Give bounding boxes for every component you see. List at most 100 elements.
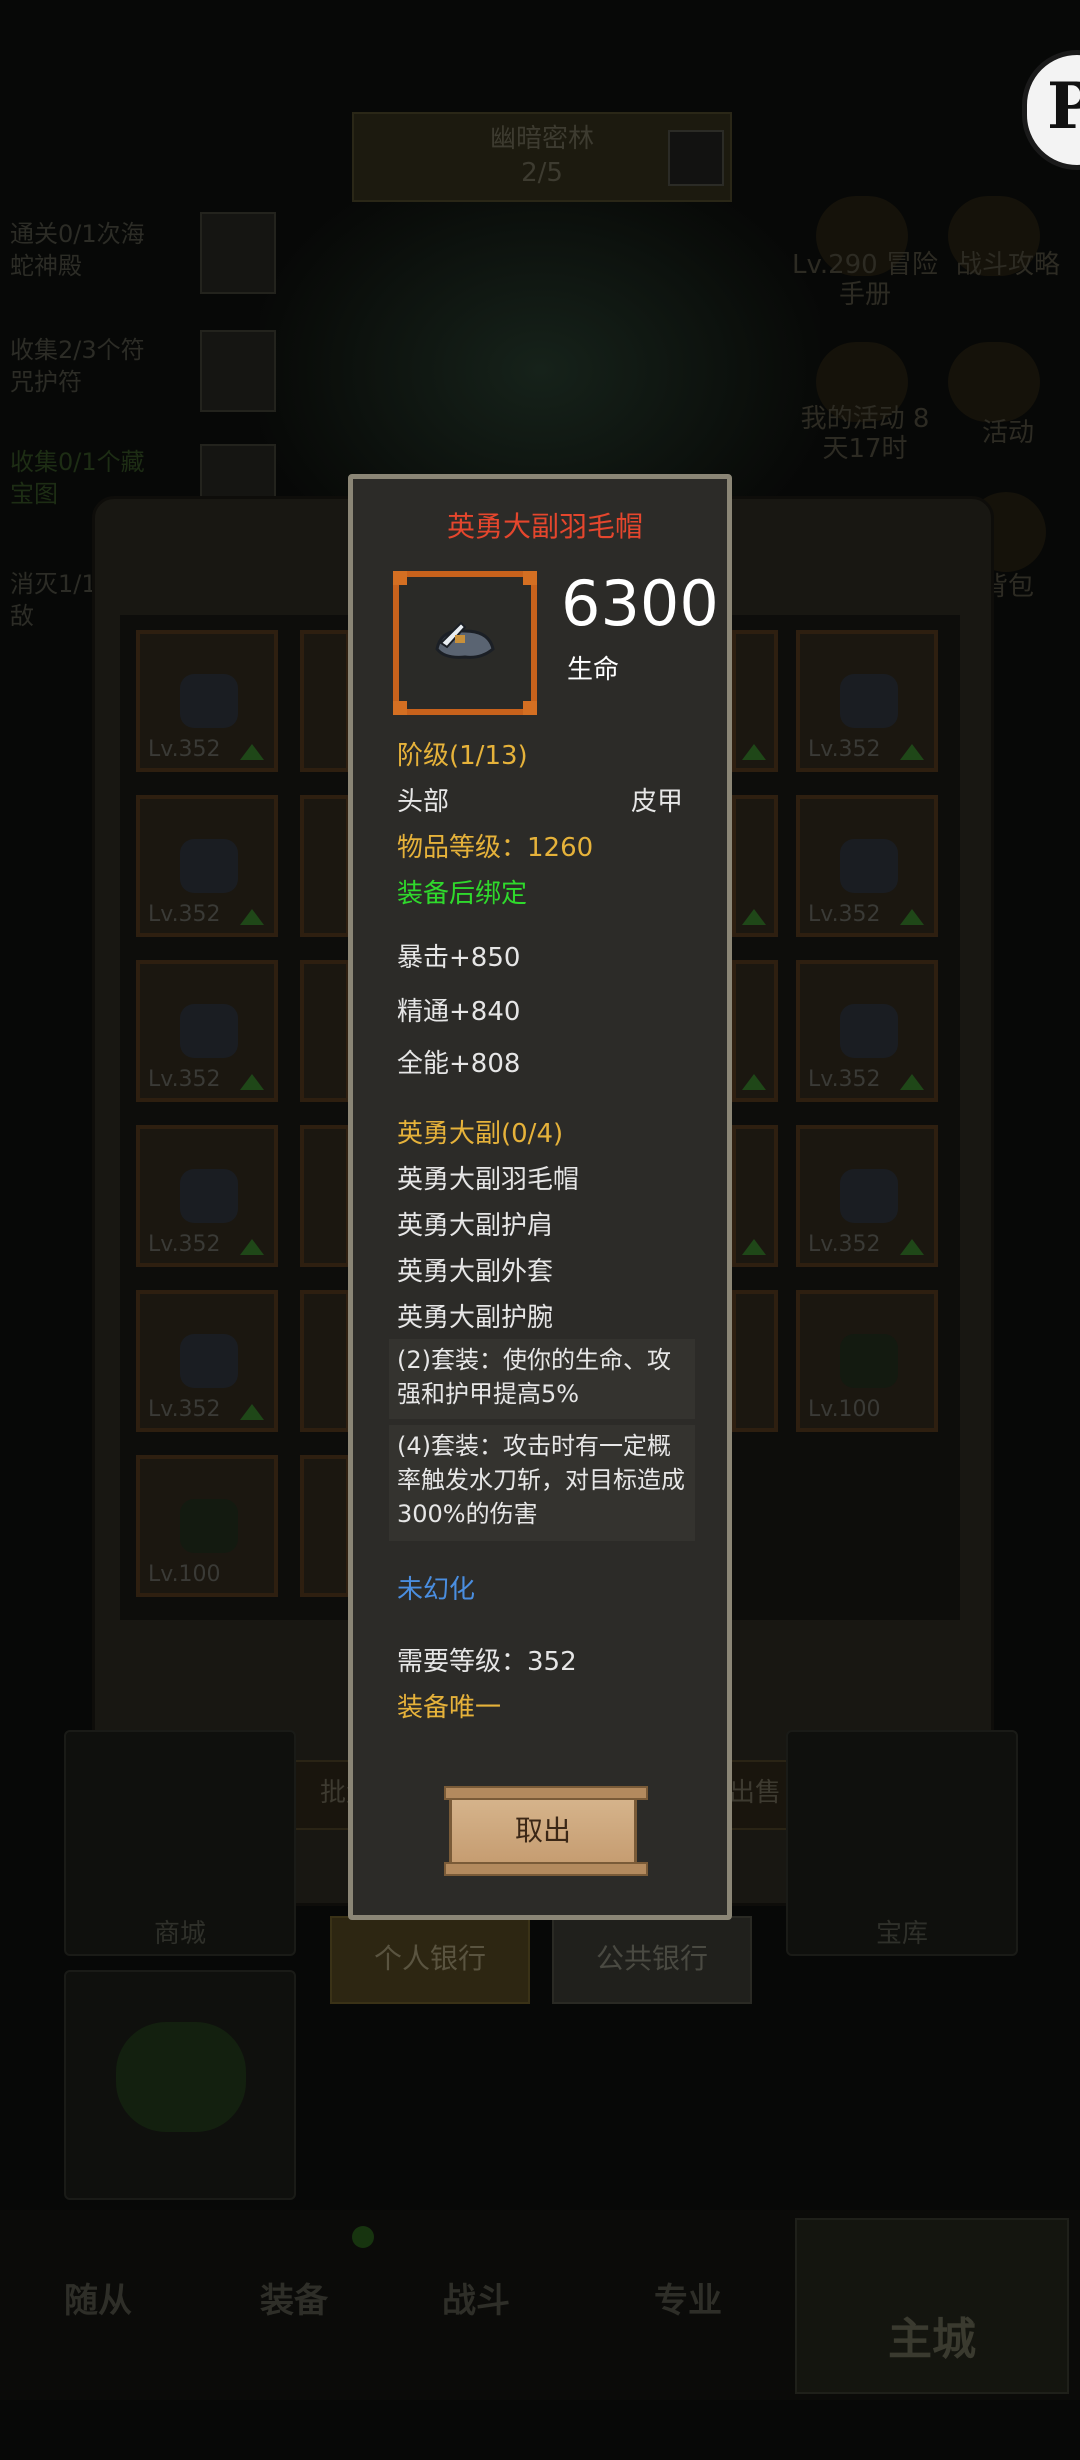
main-stat-value: 6300 (561, 567, 719, 640)
helm-icon (180, 674, 238, 728)
quest-reward-slot (200, 330, 276, 412)
upgrade-arrow-icon (900, 909, 924, 925)
shoulder-icon (180, 839, 238, 893)
bag-slot[interactable]: Lv.352 (136, 1125, 278, 1267)
upgrade-arrow-icon (240, 1074, 264, 1090)
activity-icon[interactable] (948, 342, 1040, 422)
quest-reward-slot (200, 212, 276, 294)
my-activity-button[interactable]: 我的活动 8天17时 (790, 404, 940, 464)
bag-slot[interactable]: Lv.352 (796, 1125, 938, 1267)
bracer-icon (840, 1169, 898, 1223)
item-level: 物品等级：1260 (397, 833, 594, 863)
cancel-button[interactable]: 取出 (444, 1786, 648, 1876)
required-level: 需要等级：352 (397, 1647, 577, 1677)
personal-bank-tab[interactable]: 个人银行 (330, 1916, 530, 2004)
area-title-bar[interactable]: 幽暗密林 2/5 (352, 112, 732, 202)
upgrade-arrow-icon (900, 744, 924, 760)
slot-level: Lv.352 (148, 1067, 221, 1092)
set-piece: 英勇大副护肩 (397, 1211, 554, 1241)
dragon-icon (116, 2022, 246, 2132)
bag-slot[interactable]: Lv.352 (796, 795, 938, 937)
set-bonus-4: (4)套装：攻击时有一定概率触发水刀斩，对目标造成300%的伤害 (389, 1425, 695, 1541)
upgrade-arrow-icon (900, 1074, 924, 1090)
helm-icon (840, 674, 898, 728)
set-name: 英勇大副(0/4) (397, 1119, 564, 1149)
item-name: 英勇大副羽毛帽 (446, 510, 643, 543)
bag-slot[interactable] (732, 1125, 778, 1267)
bag-slot[interactable] (732, 795, 778, 937)
upgrade-arrow-icon (240, 744, 264, 760)
shop-label: 商城 (153, 1919, 206, 1949)
nav-followers[interactable]: 随从 (10, 2245, 186, 2357)
feather-hat-icon (435, 621, 495, 659)
bind-status: 装备后绑定 (397, 879, 528, 909)
main-stat-label: 生命 (567, 655, 620, 685)
stat-versatility: 全能+808 (397, 1049, 521, 1079)
bag-slot[interactable] (300, 630, 350, 772)
bag-slot[interactable] (300, 1455, 350, 1597)
bag-slot[interactable]: Lv.352 (796, 630, 938, 772)
chest-armor-icon (180, 1169, 238, 1223)
blade-icon (180, 1499, 238, 1553)
notification-badge (352, 2226, 374, 2248)
floating-p-logo-icon[interactable]: P (1022, 50, 1080, 170)
bag-slot[interactable] (300, 1125, 350, 1267)
slot-level: Lv.352 (808, 1232, 881, 1257)
shop-card[interactable]: 商城 (64, 1730, 296, 1956)
quest-text: 收集2/3个符咒护符 (10, 336, 145, 396)
bag-slot[interactable] (300, 960, 350, 1102)
activity-button[interactable]: 活动 (948, 418, 1068, 448)
plank-bottom (444, 1862, 648, 1876)
slot-level: Lv.352 (808, 737, 881, 762)
transmog-status: 未幻化 (397, 1575, 476, 1605)
unique-equip: 装备唯一 (397, 1693, 502, 1723)
set-bonus-2: (2)套装：使你的生命、攻强和护甲提高5% (389, 1339, 695, 1419)
nav-main-city[interactable]: 主城 (795, 2218, 1069, 2394)
bag-slot[interactable] (732, 960, 778, 1102)
bag-slot[interactable]: Lv.352 (136, 960, 278, 1102)
vault-card[interactable]: 宝库 (786, 1730, 1018, 1956)
bag-slot[interactable] (732, 630, 778, 772)
bag-slot[interactable]: Lv.352 (136, 795, 278, 937)
bag-slot[interactable] (732, 1290, 778, 1432)
vault-label: 宝库 (875, 1919, 928, 1949)
public-bank-tab[interactable]: 公共银行 (552, 1916, 752, 2004)
upgrade-arrow-icon (742, 909, 766, 925)
slot-level: Lv.352 (148, 1232, 221, 1257)
item-icon-frame (393, 571, 537, 715)
bag-slot[interactable] (300, 795, 350, 937)
quest-item[interactable]: 收集2/3个符咒护符 (10, 334, 160, 398)
slot-level: Lv.100 (808, 1397, 881, 1422)
upgrade-arrow-icon (240, 1404, 264, 1420)
battle-guide-button[interactable]: 战斗攻略 (948, 250, 1068, 280)
cloak-icon (180, 1004, 238, 1058)
bag-slot[interactable]: Lv.352 (796, 960, 938, 1102)
bag-slot[interactable]: Lv.352 (136, 1290, 278, 1432)
pet-card[interactable] (64, 1970, 296, 2200)
cloak-icon (840, 1004, 898, 1058)
bracer-icon (180, 1334, 238, 1388)
item-slot: 头部 (397, 787, 450, 817)
bag-slot[interactable]: Lv.100 (136, 1455, 278, 1597)
quest-item[interactable]: 通关0/1次海蛇神殿 (10, 218, 160, 282)
slot-level: Lv.100 (148, 1562, 221, 1587)
bag-slot[interactable] (300, 1290, 350, 1432)
quest-text: 通关0/1次海蛇神殿 (10, 220, 145, 280)
upgrade-arrow-icon (240, 1239, 264, 1255)
set-piece: 英勇大副外套 (397, 1257, 554, 1287)
nav-equipment[interactable]: 装备 (206, 2245, 382, 2357)
upgrade-arrow-icon (742, 1239, 766, 1255)
item-tier: 阶级(1/13) (397, 741, 528, 771)
slot-level: Lv.352 (148, 902, 221, 927)
adventure-handbook-button[interactable]: Lv.290 冒险手册 (790, 250, 940, 310)
stat-crit: 暴击+850 (397, 943, 521, 973)
nav-profession[interactable]: 专业 (600, 2245, 776, 2357)
bag-slot[interactable]: Lv.352 (136, 630, 278, 772)
upgrade-arrow-icon (742, 744, 766, 760)
nav-battle[interactable]: 战斗 (388, 2245, 564, 2357)
plank-top (444, 1786, 648, 1800)
set-piece: 英勇大副护腕 (397, 1303, 554, 1333)
switch-area-icon[interactable] (668, 130, 724, 186)
armor-type: 皮甲 (630, 787, 683, 817)
bag-slot[interactable]: Lv.100 (796, 1290, 938, 1432)
